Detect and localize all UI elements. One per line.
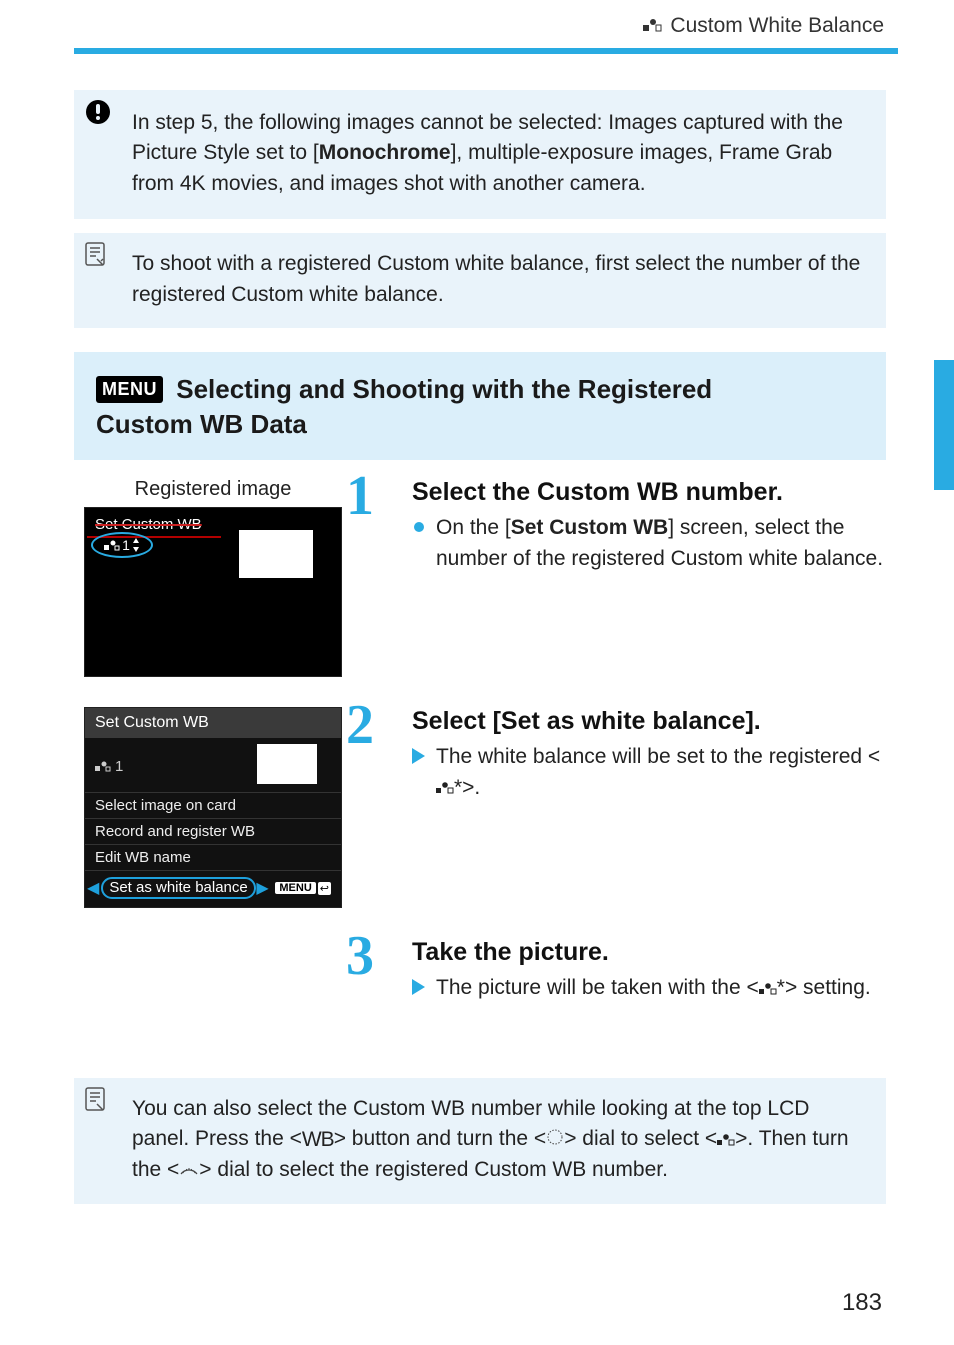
left-arrow-icon: ◀ — [87, 878, 99, 898]
step-number-3: 3 — [346, 928, 374, 984]
screen1-title: Set Custom WB — [95, 516, 202, 533]
step-1-body: On the [Set Custom WB] screen, select th… — [412, 513, 886, 574]
tip1-text: To shoot with a registered Custom white … — [132, 252, 860, 305]
custom-wb-small-icon — [95, 760, 111, 772]
screen2-title: Set Custom WB — [85, 708, 341, 738]
step2-text-b: *>. — [454, 776, 480, 799]
header-rule — [74, 48, 898, 54]
step-2-bullet: The white balance will be set to the reg… — [412, 742, 886, 803]
step-1-row: Registered image Set Custom WB 1 1 Selec… — [74, 478, 886, 677]
back-arrow-icon: ↩ — [318, 882, 331, 895]
warning-icon — [84, 98, 112, 135]
step-2-figure: Set Custom WB 1 Select image on card Rec… — [74, 707, 352, 908]
bullet-dot-icon — [414, 522, 424, 532]
page-header: Custom White Balance — [0, 0, 954, 54]
right-arrow-icon: ▶ — [256, 878, 268, 898]
heading-text-1: Selecting and Shooting with the Register… — [176, 374, 712, 404]
screen2-set-button: Set as white balance — [101, 877, 255, 899]
step2-text-a: The white balance will be set to the reg… — [436, 745, 880, 768]
page-content: In step 5, the following images cannot b… — [0, 60, 954, 1204]
tip2-b: > button and turn the < — [334, 1127, 547, 1150]
menu-badge: MENU — [96, 376, 163, 403]
step-2-text: 2 Select [Set as white balance]. The whi… — [352, 707, 886, 908]
dial-icon — [546, 1125, 564, 1155]
step-2-title: Select [Set as white balance]. — [412, 707, 886, 736]
section-heading: MENU Selecting and Shooting with the Reg… — [74, 352, 886, 460]
camera-screen-1: Set Custom WB 1 — [84, 507, 342, 677]
step3-text-b: *> setting. — [777, 976, 871, 999]
heading-line1: MENU Selecting and Shooting with the Reg… — [96, 372, 864, 407]
up-down-icon — [132, 538, 140, 552]
screen1-wb-num: 1 — [122, 537, 130, 553]
step-3-bullet: The picture will be taken with the < *> s… — [412, 973, 886, 1004]
step-3-row: 3 Take the picture. The picture will be … — [74, 938, 886, 1008]
tip-note-1: To shoot with a registered Custom white … — [74, 233, 886, 328]
note-icon — [84, 241, 106, 276]
breadcrumb: Custom White Balance — [0, 0, 954, 48]
step-number-1: 1 — [346, 468, 374, 524]
camera-screen-2: Set Custom WB 1 Select image on card Rec… — [84, 707, 342, 908]
custom-wb-inline-icon — [436, 773, 454, 803]
custom-wb-icon — [642, 14, 662, 38]
document-page: Custom White Balance In step 5, the foll… — [0, 0, 954, 1345]
step-3-text: 3 Take the picture. The picture will be … — [352, 938, 886, 1008]
figure-caption: Registered image — [74, 478, 352, 501]
screen2-sub: 1 — [85, 738, 341, 792]
step-3-title: Take the picture. — [412, 938, 886, 967]
step-number-2: 2 — [346, 697, 374, 753]
screen2-item1: Select image on card — [85, 792, 341, 818]
tip2-e: > dial to select the registered Custom W… — [199, 1158, 668, 1181]
section-tab-marker — [934, 360, 954, 490]
heading-line2: Custom WB Data — [96, 407, 864, 442]
step-1-text: 1 Select the Custom WB number. On the [S… — [352, 478, 886, 677]
menu-back-label: MENU — [275, 882, 315, 894]
custom-wb-small-icon — [104, 539, 120, 551]
custom-wb-inline-icon — [717, 1125, 735, 1155]
screen2-item3: Edit WB name — [85, 844, 341, 870]
page-number: 183 — [842, 1289, 882, 1317]
triangle-bullet-icon — [412, 979, 425, 995]
note-icon — [84, 1086, 106, 1121]
screen1-thumbnail — [239, 530, 313, 578]
warning-note: In step 5, the following images cannot b… — [74, 90, 886, 219]
screen2-footer: ◀ Set as white balance ▶ MENU↩ — [85, 870, 341, 907]
screen2-item2: Record and register WB — [85, 818, 341, 844]
screen2-wb-num: 1 — [115, 758, 123, 775]
step-1-title: Select the Custom WB number. — [412, 478, 886, 507]
wb-button-icon: WB — [302, 1125, 334, 1155]
tip-note-2: You can also select the Custom WB number… — [74, 1078, 886, 1204]
step-2-row: Set Custom WB 1 Select image on card Rec… — [74, 707, 886, 908]
tip2-c: > dial to select < — [564, 1127, 717, 1150]
triangle-bullet-icon — [412, 748, 425, 764]
custom-wb-inline-icon — [759, 974, 777, 1004]
step-3-body: The picture will be taken with the < *> s… — [412, 973, 886, 1004]
screen2-thumbnail — [257, 744, 317, 784]
step3-text-a: The picture will be taken with the < — [436, 976, 759, 999]
breadcrumb-text: Custom White Balance — [670, 14, 884, 37]
screen1-wb-selector: 1 — [91, 532, 153, 558]
main-dial-icon — [179, 1155, 199, 1185]
step-1-bullet: On the [Set Custom WB] screen, select th… — [412, 513, 886, 574]
step-2-body: The white balance will be set to the reg… — [412, 742, 886, 803]
step-1-figure: Registered image Set Custom WB 1 — [74, 478, 352, 677]
step1-text-bold: Set Custom WB — [511, 516, 669, 539]
step1-text-a: On the [ — [436, 516, 511, 539]
warning-text-bold: Monochrome — [319, 141, 451, 164]
step-3-figure-empty — [74, 938, 352, 1008]
